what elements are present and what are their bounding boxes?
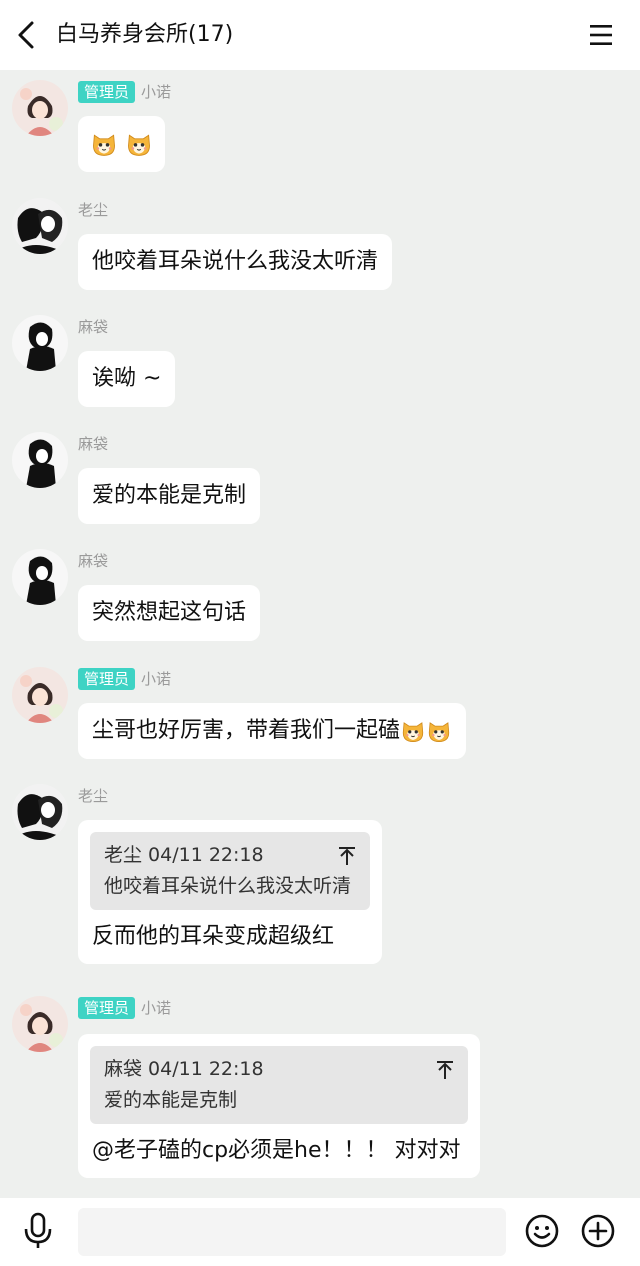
- avatar[interactable]: [12, 667, 68, 723]
- sender-name: 小诺: [141, 999, 172, 1017]
- menu-icon[interactable]: [588, 22, 614, 48]
- sender-name: 小诺: [141, 83, 172, 101]
- sender-name: 小诺: [141, 670, 172, 688]
- message-item: 老尘 老尘 04/11 22:18 他咬着耳朵说什么我没太听清 反而他的耳朵变成…: [0, 784, 640, 994]
- message-item: 管理员 小诺 麻袋 04/11 22:18 爱的本能是克制 @老子磕的cp必须是…: [0, 996, 640, 1198]
- quote-header: 麻袋 04/11 22:18: [104, 1058, 264, 1080]
- message-bubble[interactable]: [78, 116, 165, 172]
- message-text: 突然想起这句话: [92, 600, 247, 625]
- avatar[interactable]: [12, 996, 68, 1052]
- admin-badge: 管理员: [78, 997, 136, 1019]
- message-bubble[interactable]: 老尘 04/11 22:18 他咬着耳朵说什么我没太听清 反而他的耳朵变成超级红: [78, 820, 382, 964]
- message-item: 麻袋 突然想起这句话: [0, 549, 640, 659]
- message-item: 老尘 他咬着耳朵说什么我没太听清: [0, 198, 640, 308]
- avatar[interactable]: [12, 315, 68, 371]
- cat-emoji-icon: [426, 718, 452, 744]
- sender-name: 麻袋: [78, 435, 109, 453]
- message-meta: 管理员 小诺: [78, 667, 171, 691]
- message-input[interactable]: [78, 1208, 506, 1256]
- message-item: 管理员 小诺 尘哥也好厉害，带着我们一起磕: [0, 667, 640, 777]
- sender-name: 麻袋: [78, 552, 109, 570]
- smiley-icon[interactable]: [525, 1214, 559, 1248]
- message-bubble[interactable]: 麻袋 04/11 22:18 爱的本能是克制 @老子磕的cp必须是he！！！ 对…: [78, 1034, 480, 1178]
- message-meta: 管理员 小诺: [78, 80, 171, 104]
- message-meta: 老尘: [78, 784, 108, 808]
- message-text: 他咬着耳朵说什么我没太听清: [92, 249, 379, 274]
- admin-badge: 管理员: [78, 81, 136, 103]
- message-meta: 老尘: [78, 198, 108, 222]
- avatar[interactable]: [12, 549, 68, 605]
- message-bubble[interactable]: 诶呦 ~: [78, 351, 176, 407]
- message-text: @老子磕的cp必须是he！！！ 对对对: [92, 1138, 461, 1163]
- message-bubble[interactable]: 尘哥也好厉害，带着我们一起磕: [78, 703, 467, 759]
- pin-top-icon[interactable]: [436, 1060, 454, 1080]
- cat-emoji-icon: [400, 718, 426, 744]
- chat-title: 白马养身会所(17): [56, 22, 234, 47]
- cat-emoji-icon: [125, 130, 153, 158]
- quote-text: 他咬着耳朵说什么我没太听清: [104, 875, 352, 897]
- sender-name: 老尘: [78, 787, 109, 805]
- quote-header: 老尘 04/11 22:18: [104, 844, 264, 866]
- quote-text: 爱的本能是克制: [104, 1089, 238, 1111]
- message-item: 麻袋 诶呦 ~: [0, 315, 640, 425]
- avatar[interactable]: [12, 784, 68, 840]
- input-bar: [0, 1198, 640, 1266]
- avatar[interactable]: [12, 80, 68, 136]
- pin-top-icon[interactable]: [338, 846, 356, 866]
- message-item: 麻袋 爱的本能是克制: [0, 432, 640, 542]
- back-arrow-icon[interactable]: [14, 20, 40, 50]
- message-bubble[interactable]: 爱的本能是克制: [78, 468, 261, 524]
- avatar[interactable]: [12, 432, 68, 488]
- message-bubble[interactable]: 突然想起这句话: [78, 585, 261, 641]
- top-bar: 白马养身会所(17): [0, 0, 640, 70]
- sender-name: 麻袋: [78, 318, 109, 336]
- message-list[interactable]: 管理员 小诺 老尘 他咬着耳朵说什么我没太听清 麻袋 诶呦 ~ 麻袋 爱的本能是…: [0, 70, 640, 1198]
- admin-badge: 管理员: [78, 668, 136, 690]
- message-meta: 管理员 小诺: [78, 996, 171, 1020]
- message-meta: 麻袋: [78, 315, 108, 339]
- message-text: 尘哥也好厉害，带着我们一起磕: [92, 718, 401, 743]
- quoted-message[interactable]: 老尘 04/11 22:18 他咬着耳朵说什么我没太听清: [90, 832, 370, 910]
- microphone-icon[interactable]: [22, 1212, 54, 1250]
- avatar[interactable]: [12, 198, 68, 254]
- message-meta: 麻袋: [78, 549, 108, 573]
- plus-circle-icon[interactable]: [581, 1214, 615, 1248]
- quoted-message[interactable]: 麻袋 04/11 22:18 爱的本能是克制: [90, 1046, 468, 1124]
- message-text: 爱的本能是克制: [92, 483, 247, 508]
- message-bubble[interactable]: 他咬着耳朵说什么我没太听清: [78, 234, 393, 290]
- message-text: 诶呦 ~: [92, 366, 162, 391]
- message-text: 反而他的耳朵变成超级红: [92, 924, 335, 949]
- message-meta: 麻袋: [78, 432, 108, 456]
- message-item: 管理员 小诺: [0, 80, 640, 190]
- cat-emoji-icon: [90, 130, 118, 158]
- sender-name: 老尘: [78, 201, 109, 219]
